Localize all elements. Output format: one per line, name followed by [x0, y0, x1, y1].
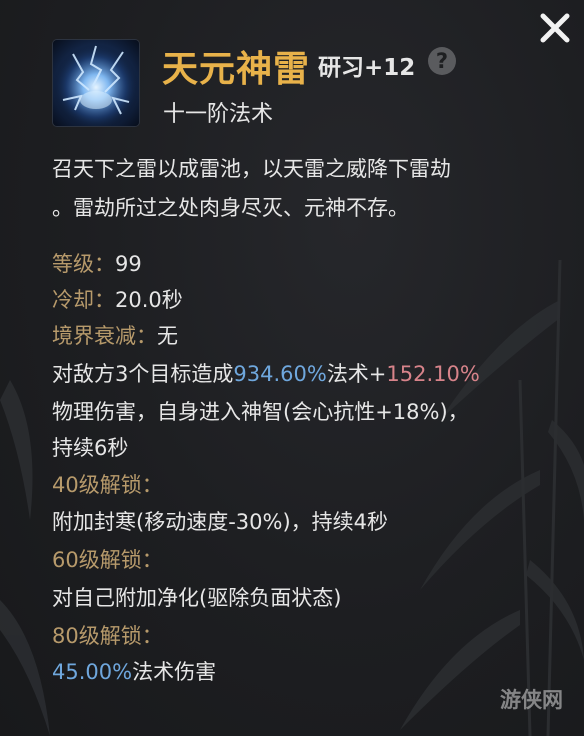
decay-label: 境界衰减： [52, 324, 157, 348]
decay-value: 无 [157, 324, 178, 348]
level-label: 等级： [52, 252, 115, 276]
unlock-80-label: 80级解锁： [52, 624, 163, 648]
unlock-80-text: 45.00%法术伤害 [52, 656, 216, 686]
description-line-1: 召天下之雷以成雷池，以天雷之威降下雷劫 [52, 157, 451, 181]
unlock-80-suffix: 法术伤害 [132, 660, 217, 684]
unlock-60-label: 60级解锁： [52, 548, 163, 572]
effect-line-3: 持续6秒 [52, 436, 129, 460]
unlock-60-text: 对自己附加净化(驱除负面状态) [52, 586, 342, 610]
skill-name: 天元神雷 [162, 48, 311, 90]
description-line-2: 。雷劫所过之处肉身尽灭、元神不存。 [52, 196, 409, 220]
unlock-40-text: 附加封寒(移动速度-30%)，持续4秒 [52, 510, 388, 534]
effect-text-1: 对敌方3个目标造成 [52, 362, 234, 386]
unlock-40-label: 40级解锁： [52, 473, 163, 497]
effect-line-2: 物理伤害，自身进入神智(会心抗性+18%)， [52, 400, 469, 424]
magic-damage-percent: 934.60% [233, 362, 327, 386]
watermark: 游侠网 [500, 688, 563, 712]
skill-tier: 十一阶法术 [163, 102, 274, 127]
skill-icon [53, 40, 139, 126]
lightning-icon [53, 40, 139, 126]
cooldown-value: 20.0秒 [115, 288, 183, 312]
skill-tooltip-panel: 天元神雷 研习+12 ? 十一阶法术 召天下之雷以成雷池，以天雷之威降下雷劫 。… [0, 0, 584, 736]
cooldown-label: 冷却： [52, 288, 115, 312]
decay-row: 境界衰减：无 [52, 320, 178, 350]
level-row: 等级：99 [52, 248, 142, 278]
close-icon[interactable] [535, 8, 575, 48]
level-value: 99 [115, 252, 142, 276]
effect-line-1: 对敌方3个目标造成934.60%法术+152.10% [52, 358, 480, 388]
effect-text-2: 法术+ [326, 362, 387, 386]
unlock-80-value: 45.00% [52, 660, 133, 684]
research-level: 研习+12 [318, 55, 416, 81]
cooldown-row: 冷却：20.0秒 [52, 284, 183, 314]
help-icon[interactable]: ? [428, 47, 456, 75]
physical-damage-percent: 152.10% [386, 362, 480, 386]
